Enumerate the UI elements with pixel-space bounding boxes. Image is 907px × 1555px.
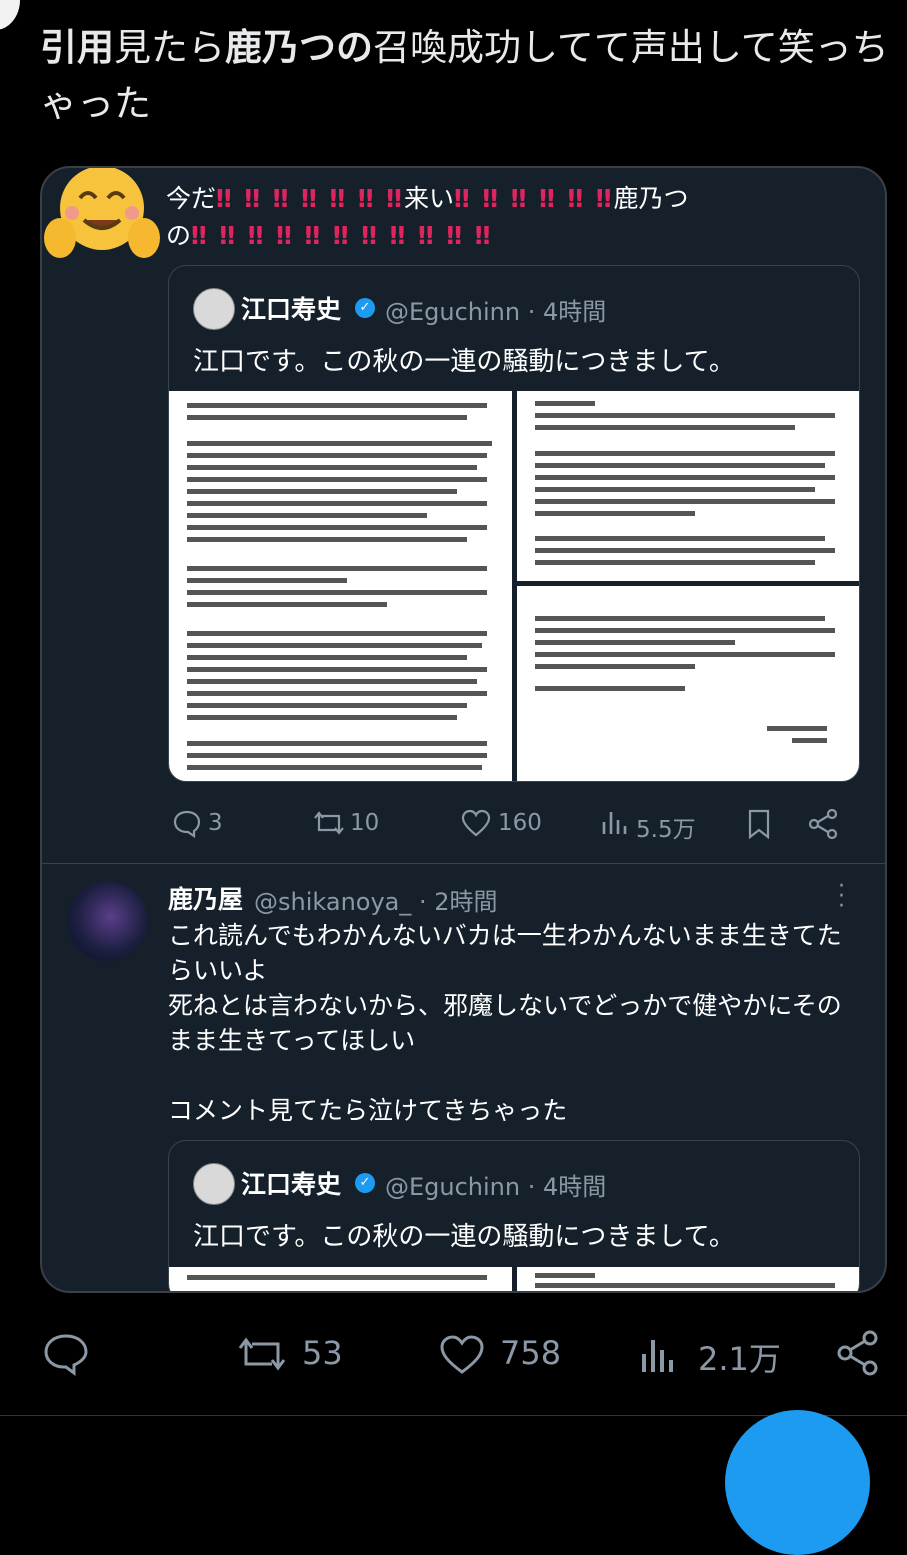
retweet-count: 10 — [350, 810, 380, 836]
views-count: 2.1万 — [698, 1340, 781, 1378]
views-icon[interactable] — [638, 1334, 678, 1376]
verified-badge-icon: ✓ — [355, 1173, 375, 1193]
views-icon[interactable] — [600, 808, 628, 838]
like-icon[interactable] — [438, 1334, 486, 1376]
reply-text-part: 来い — [403, 184, 454, 213]
reply-text-name: 鹿乃つ — [613, 184, 689, 213]
post-text-part: 見たら — [114, 26, 225, 69]
post-text-name: 鹿乃つの — [225, 26, 373, 69]
document-image-left[interactable] — [169, 1267, 512, 1291]
quote-author-avatar[interactable] — [193, 288, 235, 330]
post-text-quote: 引用 — [40, 26, 114, 69]
bookmark-icon[interactable] — [746, 808, 772, 840]
reply-author-avatar[interactable] — [67, 881, 147, 961]
verified-badge-icon: ✓ — [355, 298, 375, 318]
post-text: 引用見たら鹿乃つの召喚成功してて声出して笑っちゃった — [40, 20, 890, 132]
quote-body: 江口です。この秋の一連の騒動につきまして。 — [193, 347, 735, 377]
reply-author-name[interactable]: 鹿乃屋 — [168, 880, 243, 916]
quote-author-avatar[interactable] — [193, 1163, 235, 1205]
double-exclamation-marks: ‼ ‼ ‼ ‼ ‼ ‼ ‼ — [216, 184, 404, 213]
reply-action-bar: 3 10 160 5.5万 — [172, 808, 862, 848]
views-count: 5.5万 — [636, 817, 696, 843]
document-image-left[interactable] — [169, 391, 512, 781]
hugging-face-icon — [44, 168, 160, 258]
reply-count: 3 — [208, 810, 223, 836]
compose-button[interactable] — [725, 1410, 870, 1555]
embedded-screenshot[interactable]: 今だ‼ ‼ ‼ ‼ ‼ ‼ ‼来い‼ ‼ ‼ ‼ ‼ ‼鹿乃つ の‼ ‼ ‼ ‼… — [40, 166, 887, 1293]
retweet-icon[interactable] — [236, 1334, 288, 1374]
reply-icon[interactable] — [172, 808, 202, 838]
like-count: 758 — [500, 1334, 562, 1372]
like-count: 160 — [498, 810, 542, 836]
retweet-icon[interactable] — [312, 808, 346, 838]
reply-text: これ読んでもわかんないバカは一生わかんないまま生きてたらいいよ 死ねとは言わない… — [168, 921, 842, 1125]
reply-text-part: の — [166, 221, 192, 250]
more-options-icon[interactable]: · · · — [838, 876, 848, 918]
document-image-right-top[interactable] — [517, 1267, 859, 1291]
quote-author-handle: @Eguchinn · 4時間 — [385, 1173, 607, 1201]
quote-author-name[interactable]: 江口寿史 — [241, 290, 341, 326]
share-icon[interactable] — [808, 808, 840, 840]
double-exclamation-marks: ‼ ‼ ‼ ‼ ‼ ‼ ‼ ‼ ‼ ‼ ‼ — [191, 221, 493, 250]
author-avatar[interactable] — [0, 0, 20, 30]
reply-author-handle: @shikanoya_ · 2時間 — [254, 888, 498, 916]
reply-icon[interactable] — [42, 1332, 90, 1376]
document-image-right-top[interactable] — [517, 391, 859, 581]
quote-tweet[interactable]: 江口寿史 ✓ @Eguchinn · 4時間 江口です。この秋の一連の騒動につき… — [168, 1140, 860, 1291]
quote-tweet[interactable]: 江口寿史 ✓ @Eguchinn · 4時間 江口です。この秋の一連の騒動につき… — [168, 265, 860, 782]
quote-body: 江口です。この秋の一連の騒動につきまして。 — [193, 1222, 735, 1252]
share-icon[interactable] — [836, 1330, 882, 1376]
post-action-bar: 53 758 2.1万 — [40, 1330, 890, 1380]
like-icon[interactable] — [460, 808, 492, 838]
quote-author-handle: @Eguchinn · 4時間 — [385, 298, 607, 326]
reply-text-part: 今だ — [166, 184, 217, 213]
divider — [42, 863, 885, 864]
document-image-right-bottom[interactable] — [517, 586, 859, 781]
double-exclamation-marks: ‼ ‼ ‼ ‼ ‼ ‼ — [453, 184, 614, 213]
reply-text: 今だ‼ ‼ ‼ ‼ ‼ ‼ ‼来い‼ ‼ ‼ ‼ ‼ ‼鹿乃つ の‼ ‼ ‼ ‼… — [166, 180, 866, 254]
retweet-count: 53 — [302, 1334, 343, 1372]
quote-author-name[interactable]: 江口寿史 — [241, 1165, 341, 1201]
